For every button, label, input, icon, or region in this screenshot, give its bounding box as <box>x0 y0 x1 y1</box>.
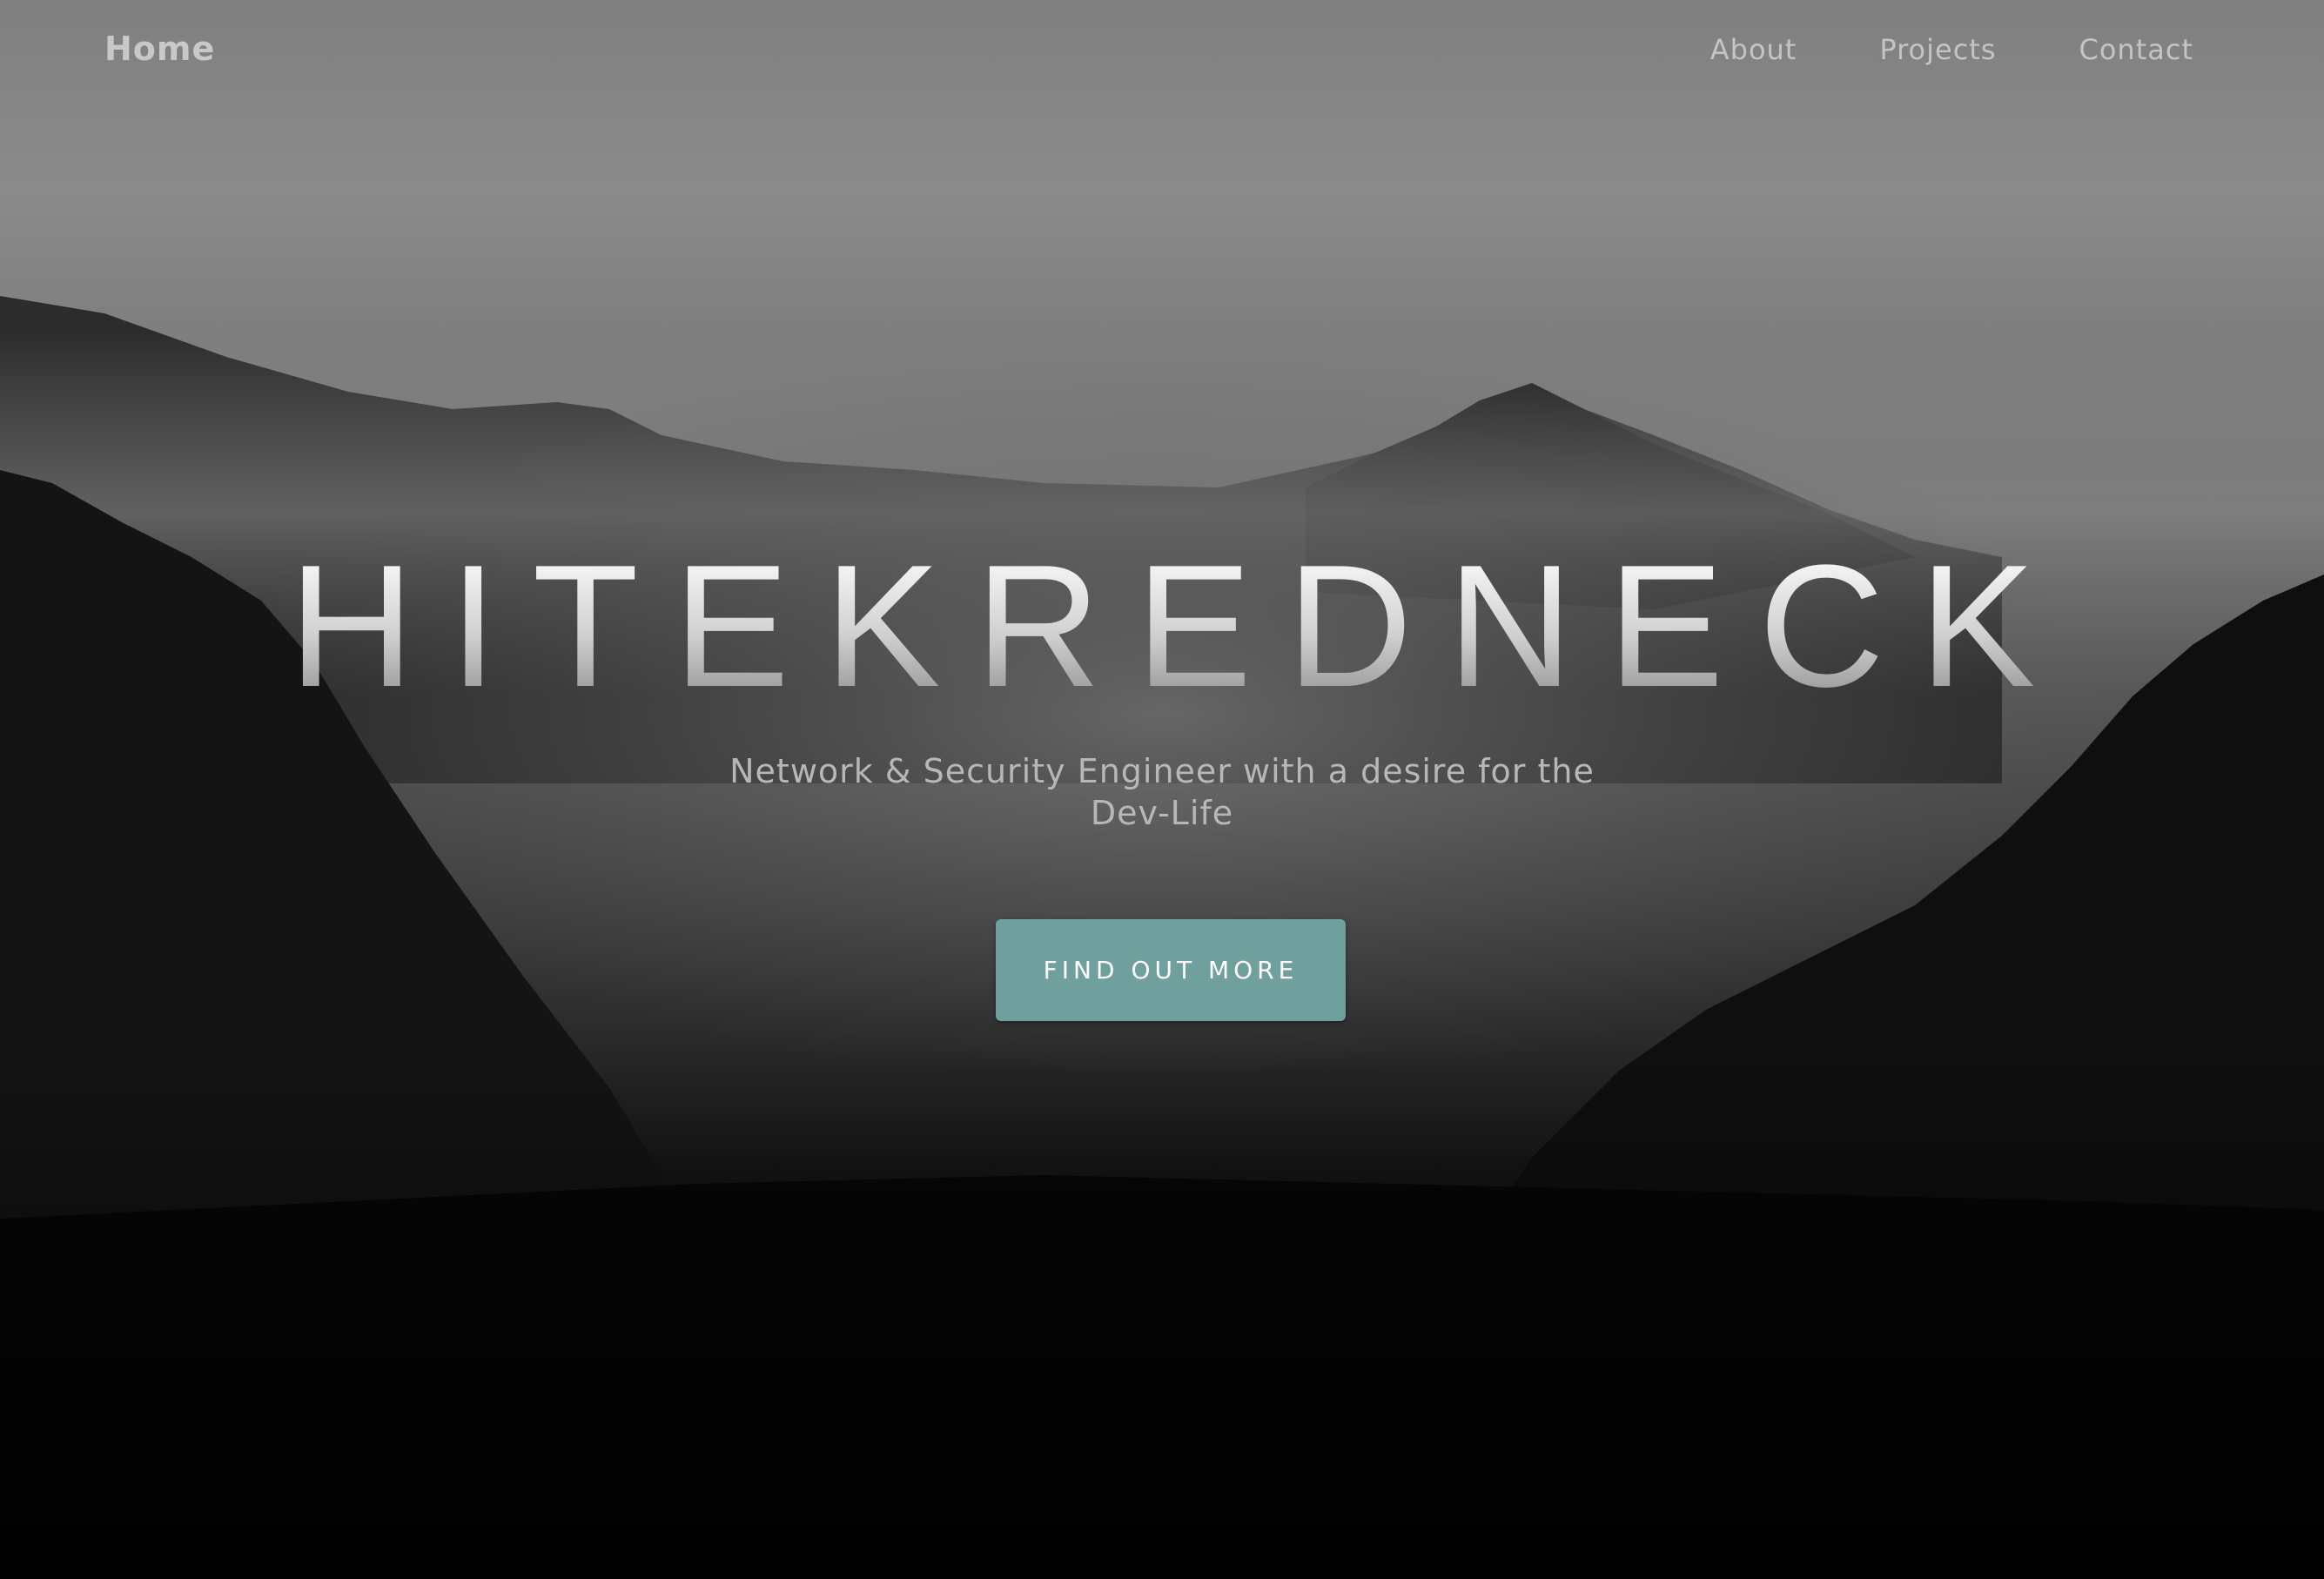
find-out-more-button[interactable]: FIND OUT MORE <box>996 919 1346 1021</box>
hero-title: HITEKREDNECK <box>0 540 2324 714</box>
hero-section: HITEKREDNECK Network & Security Engineer… <box>0 0 2324 1579</box>
landing-page: Home About Projects Contact HITEKREDNECK… <box>0 0 2324 1579</box>
hero-subtitle: Network & Security Engineer with a desir… <box>729 752 1595 832</box>
